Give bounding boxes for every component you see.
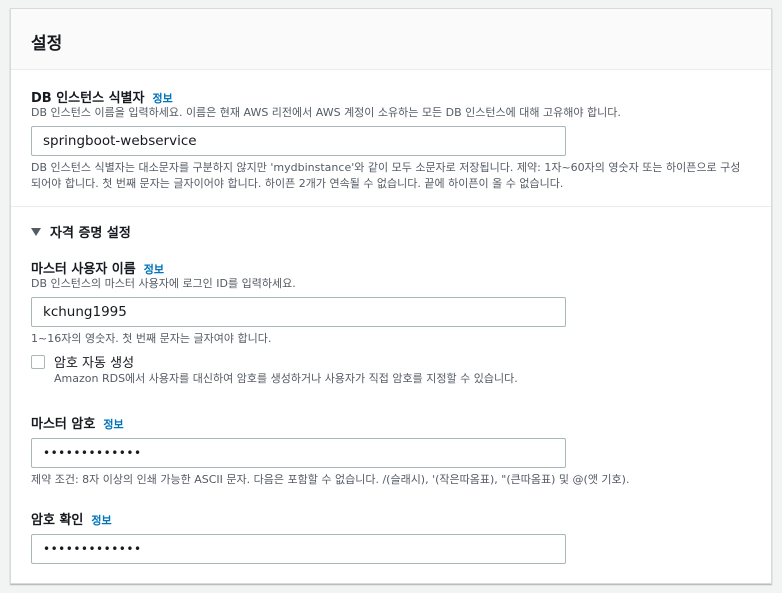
master-username-input[interactable]: kchung1995 (31, 297, 566, 327)
confirm-password-label: 암호 확인 (31, 513, 84, 528)
master-username-label-row: 마스터 사용자 이름 정보 (31, 258, 164, 277)
instance-identifier-label-row: DB 인스턴스 식별자 정보 (31, 87, 173, 106)
master-password-constraint: 제약 조건: 8자 이상의 인쇄 가능한 ASCII 문자. 다음은 포함할 수… (31, 473, 630, 486)
master-username-label: 마스터 사용자 이름 (31, 262, 136, 277)
master-password-info-link[interactable]: 정보 (103, 418, 123, 431)
panel-header: 설정 (11, 9, 771, 70)
master-password-label: 마스터 암호 (31, 417, 96, 432)
master-username-info-link[interactable]: 정보 (144, 263, 164, 276)
confirm-password-input[interactable]: ••••••••••••• (31, 534, 566, 564)
credentials-section-title: 자격 증명 설정 (50, 226, 131, 241)
auto-generate-password-description: Amazon RDS에서 사용자를 대신하여 암호를 생성하거나 사용자가 직접… (54, 372, 518, 385)
credentials-section-toggle[interactable]: 자격 증명 설정 (31, 222, 131, 241)
master-password-label-row: 마스터 암호 정보 (31, 413, 124, 432)
instance-identifier-constraint-2: 되어야 합니다. 첫 번째 문자는 글자이어야 합니다. 하이픈 2개가 연속될… (31, 177, 564, 190)
confirm-password-info-link[interactable]: 정보 (91, 514, 111, 527)
instance-identifier-input[interactable]: springboot-webservice (31, 126, 566, 156)
panel-title: 설정 (31, 34, 63, 54)
auto-generate-password-label: 암호 자동 생성 (54, 352, 134, 371)
master-username-description: DB 인스턴스의 마스터 사용자에 로그인 ID를 입력하세요. (31, 277, 296, 290)
instance-identifier-constraint-1: DB 인스턴스 식별자는 대소문자를 구분하지 않지만 'mydbinstanc… (31, 161, 741, 174)
instance-identifier-description: DB 인스턴스 이름을 입력하세요. 이름은 현재 AWS 리전에서 AWS 계… (31, 106, 621, 119)
auto-generate-password-text: 암호 자동 생성 (54, 356, 135, 371)
section-divider (11, 206, 771, 207)
auto-generate-password-checkbox[interactable] (31, 355, 45, 369)
settings-panel: 설정 DB 인스턴스 식별자 정보 DB 인스턴스 이름을 입력하세요. 이름은 … (10, 8, 772, 584)
instance-identifier-info-link[interactable]: 정보 (152, 92, 172, 105)
confirm-password-label-row: 암호 확인 정보 (31, 509, 112, 528)
master-password-input[interactable]: ••••••••••••• (31, 438, 566, 468)
master-username-constraint: 1~16자의 영숫자. 첫 번째 문자는 글자여야 합니다. (31, 332, 272, 345)
instance-identifier-label: DB 인스턴스 식별자 (31, 91, 145, 106)
caret-down-icon (31, 228, 41, 236)
